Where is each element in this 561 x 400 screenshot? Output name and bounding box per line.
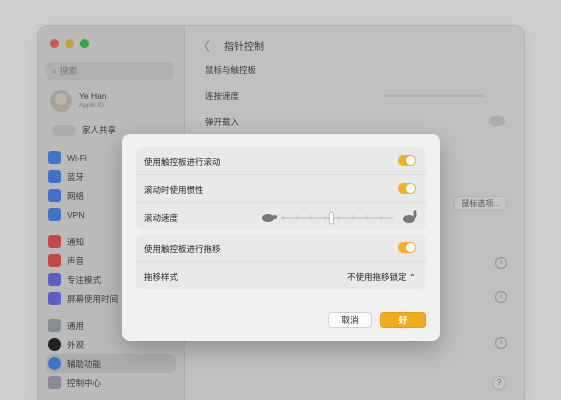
turtle-icon — [262, 214, 277, 222]
scroll-options-card: 使用触控板进行滚动 滚动时使用惯性 滚动速度 — [136, 147, 426, 230]
scroll-speed-slider[interactable] — [261, 209, 421, 225]
scroll-inertia-row: 滚动时使用惯性 — [136, 175, 426, 203]
dialog-buttons: 取消 好 — [328, 312, 426, 328]
drag-with-trackpad-row: 使用触控板进行拖移 — [136, 234, 426, 262]
drag-with-trackpad-label: 使用触控板进行拖移 — [144, 244, 221, 254]
drag-style-row: 拖移样式 不使用拖移锁定 ⌃ — [136, 262, 426, 289]
scroll-inertia-toggle[interactable] — [398, 183, 416, 194]
scroll-speed-label: 滚动速度 — [144, 213, 179, 223]
drag-style-select[interactable]: 不使用拖移锁定 ⌃ — [347, 271, 416, 283]
cancel-button[interactable]: 取消 — [328, 312, 372, 328]
trackpad-options-dialog: 使用触控板进行滚动 滚动时使用惯性 滚动速度 使用触控板进行拖移 拖移样式 不使… — [122, 134, 440, 341]
scroll-speed-knob[interactable] — [328, 211, 334, 225]
scroll-with-trackpad-label: 使用触控板进行滚动 — [144, 157, 221, 167]
drag-options-card: 使用触控板进行拖移 拖移样式 不使用拖移锁定 ⌃ — [136, 234, 426, 289]
scroll-speed-row: 滚动速度 — [136, 203, 426, 230]
scroll-with-trackpad-row: 使用触控板进行滚动 — [136, 147, 426, 175]
ok-button[interactable]: 好 — [380, 312, 426, 328]
scroll-with-trackpad-toggle[interactable] — [398, 155, 416, 166]
drag-style-label: 拖移样式 — [144, 272, 179, 282]
scroll-inertia-label: 滚动时使用惯性 — [144, 185, 204, 195]
drag-with-trackpad-toggle[interactable] — [398, 242, 416, 253]
rabbit-icon — [403, 210, 417, 223]
drag-style-value: 不使用拖移锁定 — [346, 272, 407, 282]
chevron-updown-icon: ⌃ — [408, 272, 416, 282]
